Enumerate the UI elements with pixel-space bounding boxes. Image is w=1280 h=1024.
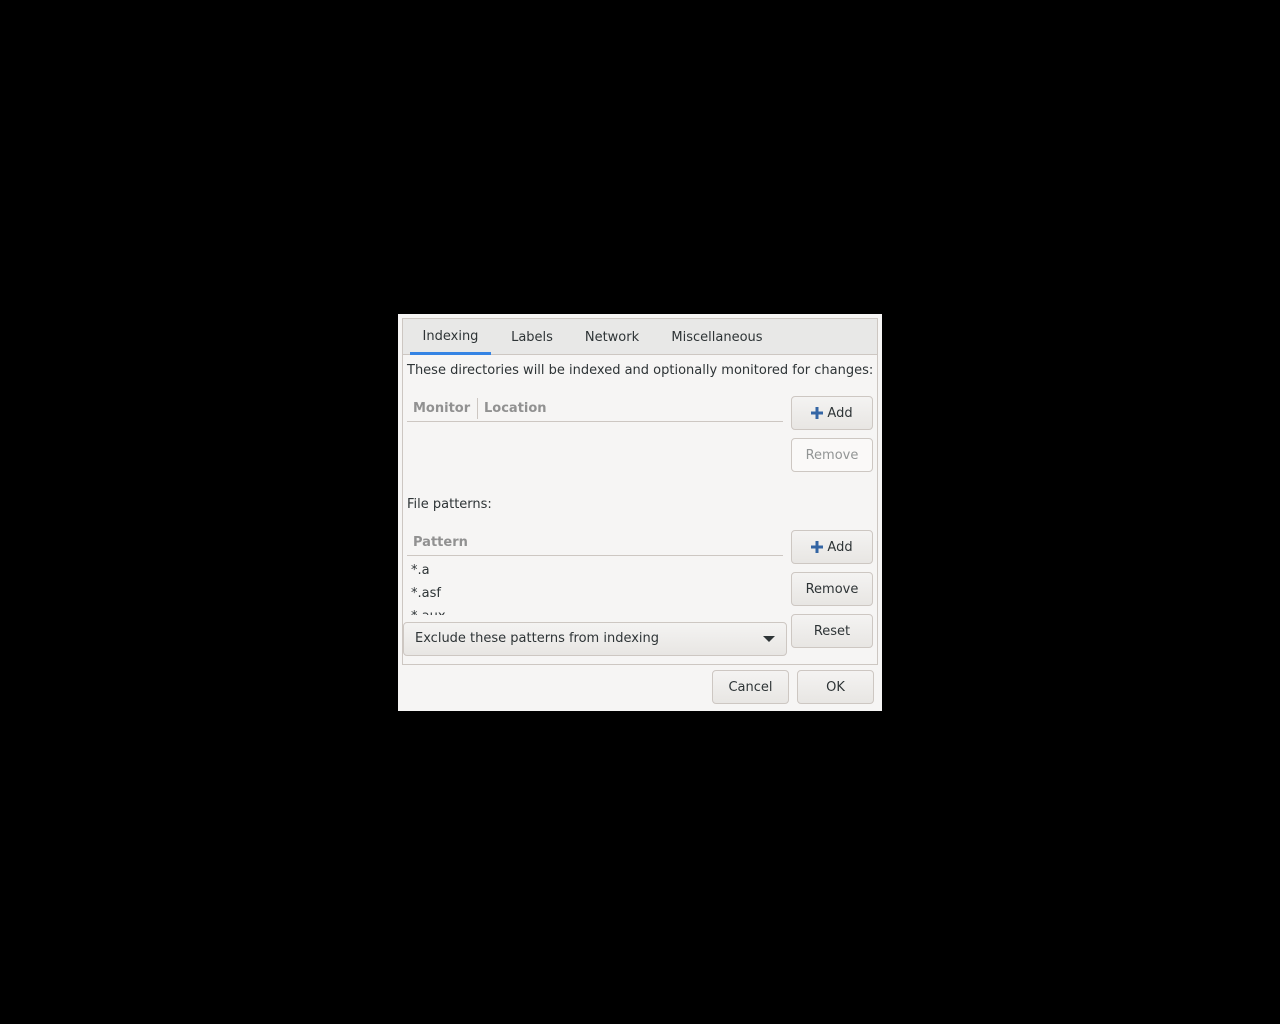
tab-bar: Indexing Labels Network Miscellaneous bbox=[403, 319, 877, 355]
add-pattern-label: Add bbox=[827, 539, 853, 555]
remove-directory-button[interactable]: Remove bbox=[791, 438, 873, 472]
remove-pattern-button[interactable]: Remove bbox=[791, 572, 873, 606]
pattern-mode-dropdown[interactable]: Exclude these patterns from indexing bbox=[403, 622, 787, 656]
directories-caption: These directories will be indexed and op… bbox=[407, 363, 874, 378]
pattern-mode-value: Exclude these patterns from indexing bbox=[415, 631, 660, 646]
column-header-monitor[interactable]: Monitor bbox=[413, 396, 470, 421]
reset-patterns-button[interactable]: Reset bbox=[791, 614, 873, 648]
ok-button[interactable]: OK bbox=[797, 670, 874, 704]
dropdown-arrow-icon bbox=[763, 636, 775, 642]
patterns-table-header: Pattern bbox=[407, 530, 783, 556]
tab-labels[interactable]: Labels bbox=[500, 319, 564, 355]
directories-list[interactable] bbox=[407, 422, 783, 482]
add-pattern-button[interactable]: Add bbox=[791, 530, 873, 564]
cancel-button[interactable]: Cancel bbox=[712, 670, 789, 704]
pattern-row[interactable]: *.aux bbox=[407, 605, 783, 615]
pattern-row[interactable]: *.asf bbox=[407, 582, 783, 605]
add-directory-button[interactable]: Add bbox=[791, 396, 873, 430]
tab-indexing[interactable]: Indexing bbox=[410, 319, 491, 355]
preferences-notebook: Indexing Labels Network Miscellaneous Th… bbox=[402, 318, 878, 665]
pattern-row[interactable]: *.a bbox=[407, 559, 783, 582]
column-header-pattern[interactable]: Pattern bbox=[413, 530, 468, 555]
preferences-dialog: Indexing Labels Network Miscellaneous Th… bbox=[398, 314, 882, 711]
directories-table-header: Monitor Location bbox=[407, 396, 783, 422]
tab-miscellaneous[interactable]: Miscellaneous bbox=[660, 319, 774, 355]
column-header-location[interactable]: Location bbox=[484, 396, 547, 421]
add-directory-label: Add bbox=[827, 405, 853, 421]
patterns-list[interactable]: *.a *.asf *.aux bbox=[407, 559, 783, 615]
plus-icon bbox=[811, 541, 824, 553]
patterns-caption: File patterns: bbox=[407, 497, 492, 512]
column-separator bbox=[477, 398, 478, 419]
tab-network[interactable]: Network bbox=[573, 319, 651, 355]
plus-icon bbox=[811, 407, 824, 419]
